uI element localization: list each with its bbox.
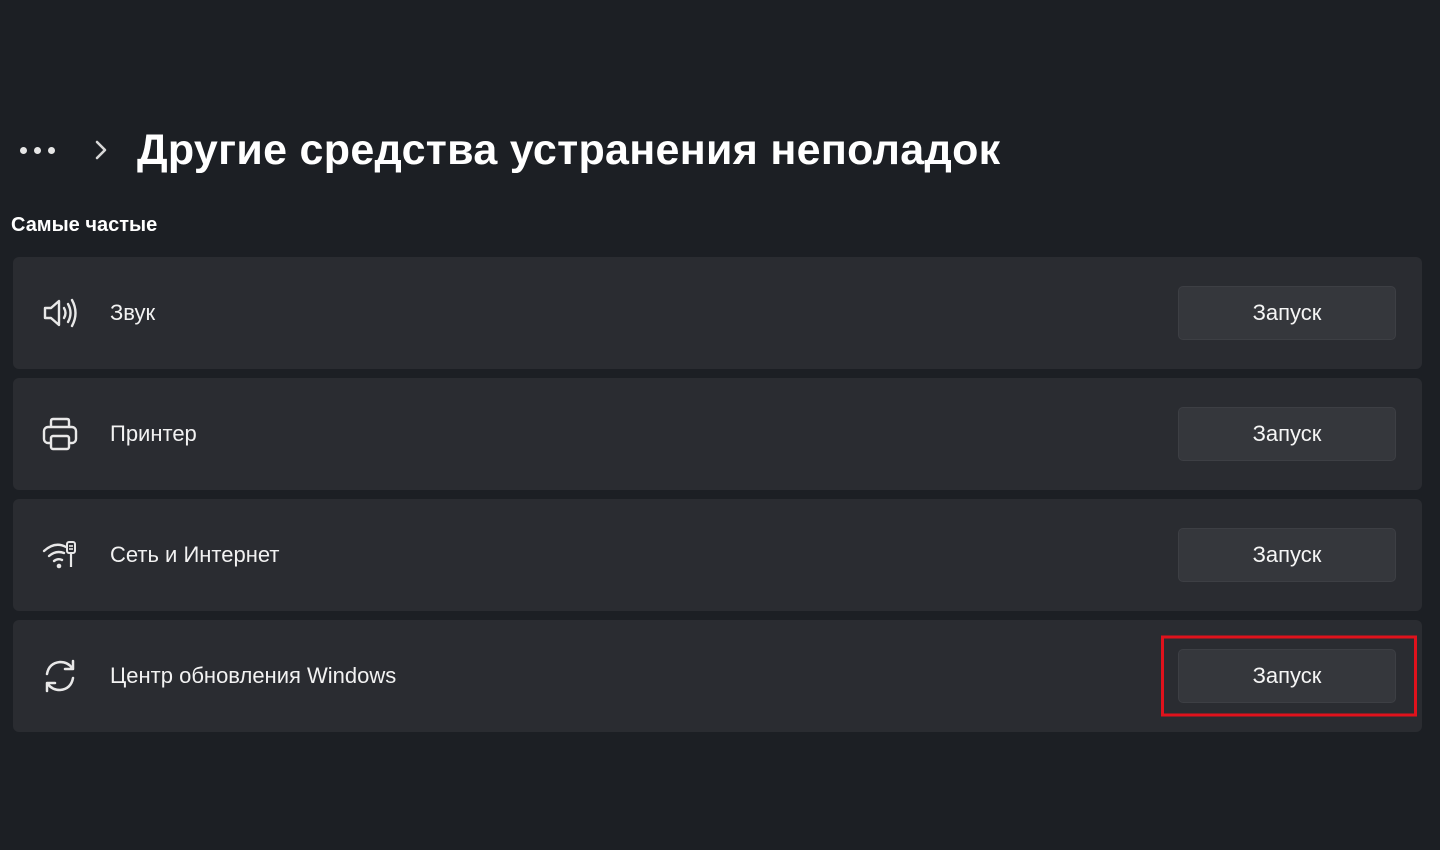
breadcrumb-more-button[interactable] (18, 130, 57, 170)
sync-icon (41, 657, 79, 695)
more-dot-icon (20, 146, 27, 154)
page-title: Другие средства устранения неполадок (137, 125, 1001, 174)
speaker-icon (41, 294, 79, 332)
printer-icon (41, 415, 79, 453)
troubleshooter-label: Звук (110, 300, 156, 325)
troubleshooter-row-windows-update: Центр обновления Windows Запуск (13, 620, 1422, 732)
run-windows-update-button[interactable]: Запуск (1178, 649, 1396, 703)
troubleshooter-row-network: Сеть и Интернет Запуск (13, 499, 1422, 611)
troubleshooter-row-sound: Звук Запуск (13, 257, 1422, 369)
troubleshooter-label: Принтер (110, 421, 197, 446)
troubleshooter-label: Центр обновления Windows (110, 663, 397, 688)
breadcrumb: Другие средства устранения неполадок (18, 118, 1000, 182)
network-icon (41, 536, 79, 574)
troubleshooter-row-printer: Принтер Запуск (13, 378, 1422, 490)
run-printer-button[interactable]: Запуск (1178, 407, 1396, 461)
run-network-button[interactable]: Запуск (1178, 528, 1396, 582)
chevron-right-icon (93, 139, 109, 161)
run-sound-button[interactable]: Запуск (1178, 286, 1396, 340)
more-dot-icon (48, 146, 55, 154)
troubleshooter-list: Звук Запуск Принтер Запуск Сеть и Интерн… (13, 257, 1422, 741)
section-title: Самые частые (11, 214, 158, 236)
more-dot-icon (34, 146, 41, 154)
troubleshooter-label: Сеть и Интернет (110, 542, 280, 567)
troubleshoot-page: Другие средства устранения неполадок Сам… (0, 0, 1440, 850)
